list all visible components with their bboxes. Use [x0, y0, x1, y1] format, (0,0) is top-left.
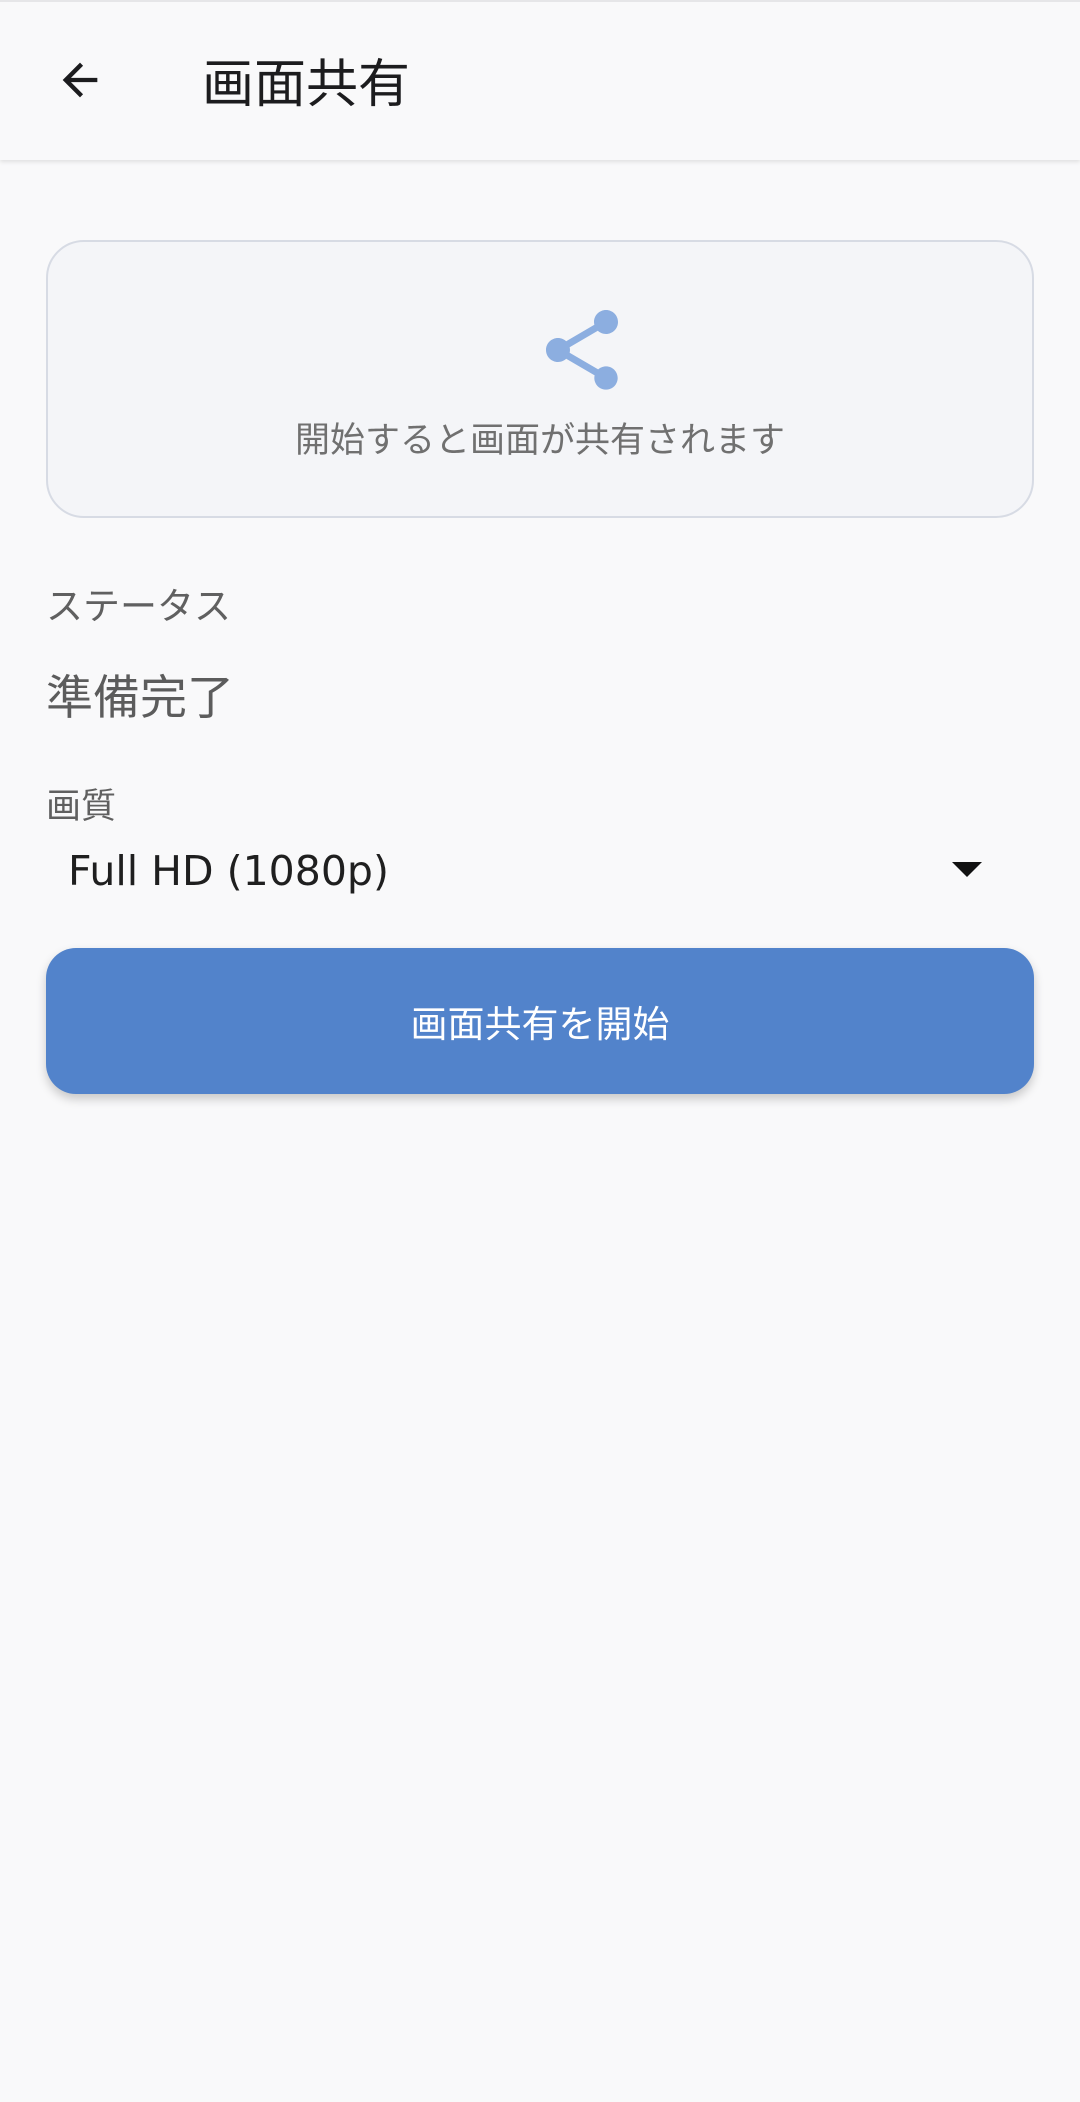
- back-button[interactable]: [40, 40, 120, 120]
- quality-select[interactable]: Full HD (1080p): [46, 838, 1034, 908]
- screen-preview-card: 開始すると画面が共有されます: [46, 240, 1034, 518]
- preview-caption: 開始すると画面が共有されます: [294, 421, 785, 461]
- share-icon: [546, 310, 618, 390]
- quality-selected-value: Full HD (1080p): [68, 847, 389, 895]
- arrow-left-icon: [62, 62, 98, 98]
- quality-label: 画質: [46, 787, 117, 827]
- app-bar: 画面共有: [0, 0, 1080, 160]
- status-value: 準備完了: [46, 671, 234, 726]
- status-label: ステータス: [46, 585, 231, 628]
- start-sharing-button-label: 画面共有を開始: [410, 1003, 670, 1046]
- start-sharing-button[interactable]: 画面共有を開始: [46, 948, 1034, 1094]
- dropdown-arrow-icon: [952, 862, 982, 877]
- page-title: 画面共有: [202, 55, 411, 115]
